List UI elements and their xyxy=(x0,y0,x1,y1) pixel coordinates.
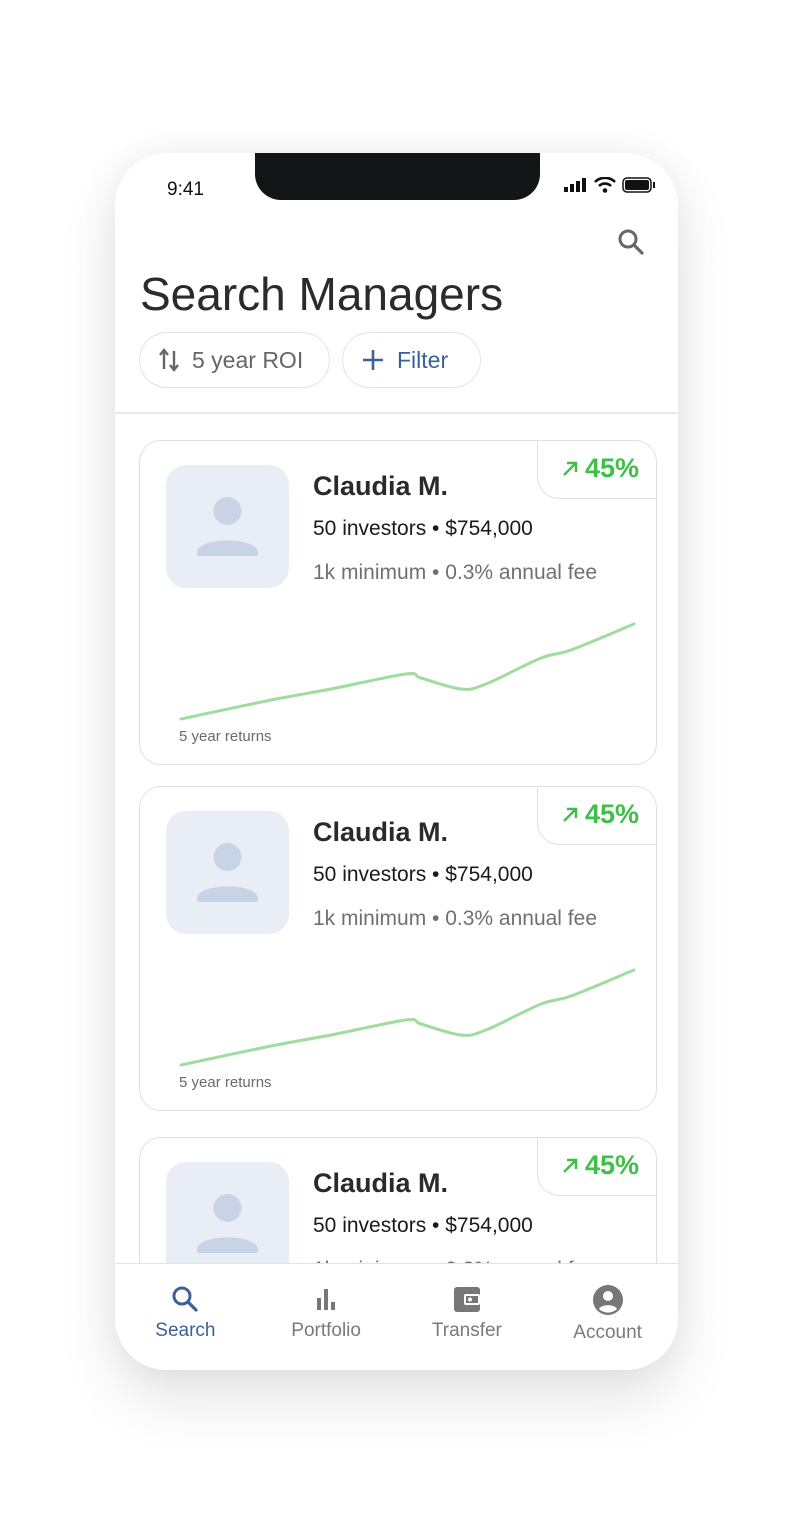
tab-label: Portfolio xyxy=(291,1320,361,1341)
returns-line xyxy=(179,622,636,721)
avatar xyxy=(166,465,289,588)
manager-list[interactable]: Claudia M. 50 investors • $754,000 1k mi… xyxy=(115,414,678,1263)
chart-label: 5 year returns xyxy=(179,1074,272,1091)
manager-name: Claudia M. xyxy=(313,1168,449,1198)
sort-label: 5 year ROI xyxy=(192,346,304,373)
roi-value: 45% xyxy=(584,799,640,829)
signal-icon xyxy=(564,178,586,192)
avatar xyxy=(166,811,289,934)
filter-chip[interactable]: Filter xyxy=(342,332,481,388)
person-icon xyxy=(197,843,258,902)
tab-portfolio[interactable]: Portfolio xyxy=(256,1264,397,1370)
manager-terms: 1k minimum • 0.3% annual fee xyxy=(313,561,597,584)
tab-bar: Search Portfolio Transfer Account xyxy=(115,1263,678,1370)
roi-badge: 45% xyxy=(537,787,656,845)
manager-card[interactable]: Claudia M. 50 investors • $754,000 1k mi… xyxy=(139,1137,657,1263)
tab-label: Account xyxy=(573,1322,642,1343)
sort-icon xyxy=(159,348,179,372)
returns-sparkline xyxy=(179,622,636,721)
manager-stats: 50 investors • $754,000 xyxy=(313,1214,533,1237)
manager-name: Claudia M. xyxy=(313,471,449,501)
manager-stats: 50 investors • $754,000 xyxy=(313,863,533,886)
returns-sparkline xyxy=(179,968,636,1067)
search-icon xyxy=(172,1286,198,1312)
manager-name: Claudia M. xyxy=(313,817,449,847)
status-icons xyxy=(564,177,656,193)
tab-search[interactable]: Search xyxy=(115,1264,256,1370)
person-icon xyxy=(197,1194,258,1253)
arrow-up-right-icon xyxy=(563,1158,578,1173)
filter-label: Filter xyxy=(397,346,449,373)
battery-icon xyxy=(622,177,655,193)
manager-card[interactable]: Claudia M. 50 investors • $754,000 1k mi… xyxy=(139,440,657,765)
returns-line xyxy=(179,968,636,1067)
roi-badge: 45% xyxy=(537,1138,656,1196)
sort-chip[interactable]: 5 year ROI xyxy=(139,332,330,388)
person-icon xyxy=(197,497,258,556)
search-icon[interactable] xyxy=(616,227,646,257)
roi-badge: 45% xyxy=(537,441,656,499)
status-time: 9:41 xyxy=(167,179,204,200)
bar-chart-icon xyxy=(317,1289,336,1310)
manager-terms: 1k minimum • 0.3% annual fee xyxy=(313,907,597,930)
tab-transfer[interactable]: Transfer xyxy=(397,1264,538,1370)
manager-card[interactable]: Claudia M. 50 investors • $754,000 1k mi… xyxy=(139,786,657,1111)
roi-value: 45% xyxy=(584,1150,640,1180)
tab-label: Transfer xyxy=(431,1320,502,1341)
wallet-icon xyxy=(453,1287,480,1312)
arrow-up-right-icon xyxy=(563,807,578,822)
avatar xyxy=(166,1162,289,1263)
tab-account[interactable]: Account xyxy=(537,1264,678,1370)
roi-value: 45% xyxy=(584,453,640,483)
plus-icon xyxy=(363,350,383,370)
manager-stats: 50 investors • $754,000 xyxy=(313,517,533,540)
phone-frame: 9:41 Search Managers 5 year ROI Filter C… xyxy=(115,153,678,1370)
account-circle-icon xyxy=(592,1285,623,1315)
tab-label: Search xyxy=(155,1320,216,1341)
arrow-up-right-icon xyxy=(563,461,578,476)
wifi-icon xyxy=(594,177,616,193)
chart-label: 5 year returns xyxy=(179,728,272,745)
notch xyxy=(255,153,540,200)
page-title: Search Managers xyxy=(140,268,504,320)
